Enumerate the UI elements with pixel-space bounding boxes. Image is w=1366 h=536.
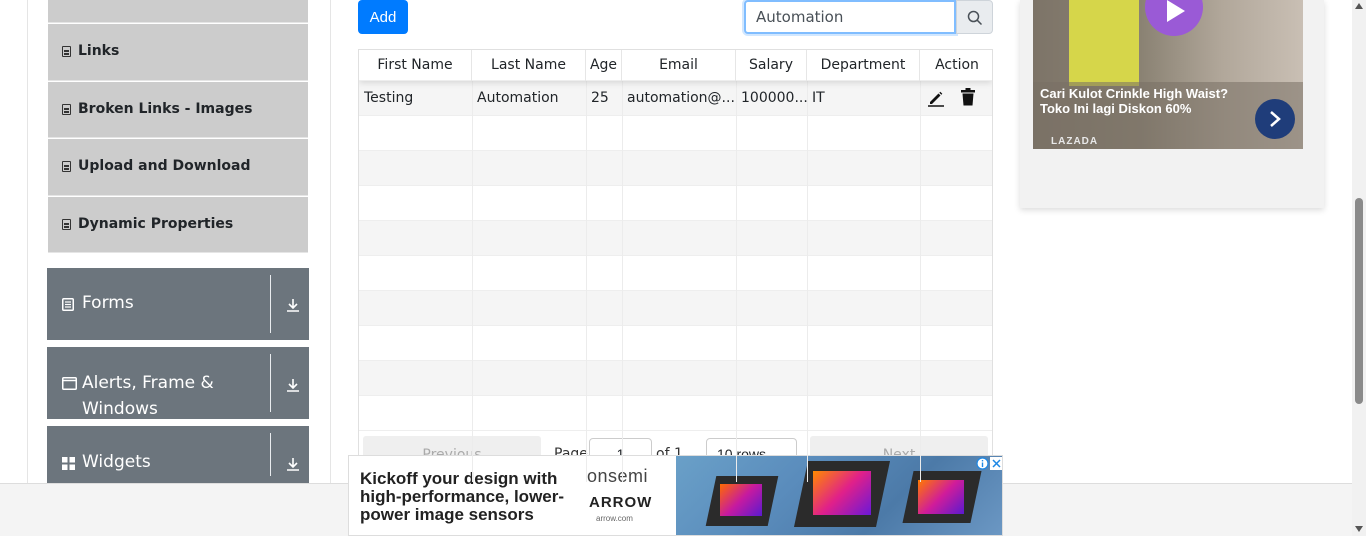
sidebar-group-label: Widgets xyxy=(82,452,151,472)
column-divider xyxy=(807,81,808,482)
search-input[interactable] xyxy=(744,0,956,34)
sidebar-item-label: Dynamic Properties xyxy=(78,216,234,232)
column-header-age[interactable]: Age xyxy=(586,50,622,81)
ad-model-figure xyxy=(1069,0,1139,86)
sidebar-group-widgets[interactable]: Widgets xyxy=(47,426,309,483)
search-button[interactable] xyxy=(956,0,993,34)
table-row xyxy=(359,396,992,431)
cell-first-name: Testing xyxy=(364,90,414,106)
play-icon[interactable] xyxy=(1145,0,1203,36)
sidebar-item-label: Upload and Download xyxy=(78,158,251,174)
scroll-down-arrow-icon[interactable] xyxy=(1355,526,1363,532)
grid-icon xyxy=(62,457,75,470)
cell-salary: 100000... xyxy=(741,90,808,106)
sidebar-group-forms[interactable]: Forms xyxy=(47,268,309,340)
divider xyxy=(270,433,271,476)
banner-ad-partner: ARROW xyxy=(589,494,653,511)
cell-department: IT xyxy=(812,90,825,106)
sidebar-item-links[interactable]: Links xyxy=(48,24,308,81)
page-left-border xyxy=(27,0,28,483)
table-row: Testing Automation 25 automation@... 100… xyxy=(359,81,992,116)
page: Links Broken Links - Images Upload and D… xyxy=(0,0,1366,536)
sidebar-item-upload-download[interactable]: Upload and Download xyxy=(48,139,308,196)
table-row xyxy=(359,256,992,291)
scrollbar-thumb[interactable] xyxy=(1355,198,1363,404)
sidebar-group-label: Alerts, Frame & xyxy=(82,373,214,393)
sidebar-right-border xyxy=(330,0,331,483)
download-icon[interactable] xyxy=(285,297,301,313)
divider xyxy=(270,354,271,412)
scroll-up-arrow-icon[interactable] xyxy=(1355,3,1363,9)
column-header-salary[interactable]: Salary xyxy=(736,50,807,81)
banner-ad-text: Kickoff your design with high-performanc… xyxy=(360,469,565,524)
table-row xyxy=(359,151,992,186)
column-header-department[interactable]: Department xyxy=(807,50,920,81)
document-icon xyxy=(62,46,71,57)
sidebar-item-dynamic-properties[interactable]: Dynamic Properties xyxy=(48,197,308,253)
banner-ad[interactable]: Kickoff your design with high-performanc… xyxy=(348,455,1003,536)
sidebar-item-broken-links[interactable]: Broken Links - Images xyxy=(48,82,308,138)
column-header-last-name[interactable]: Last Name xyxy=(472,50,586,81)
table-row xyxy=(359,361,992,396)
column-divider xyxy=(586,81,587,482)
search-icon xyxy=(967,10,983,26)
ad-brand: LAZADA xyxy=(1051,136,1099,147)
cell-last-name: Automation xyxy=(477,90,559,106)
sidebar-group-label-line2: Windows xyxy=(82,399,158,419)
table-row xyxy=(359,186,992,221)
table-row xyxy=(359,116,992,151)
table-header: First Name Last Name Age Email Salary De… xyxy=(359,50,992,81)
document-icon xyxy=(62,104,71,115)
column-divider xyxy=(472,81,473,482)
sidebar-item-partial[interactable] xyxy=(48,0,308,23)
ad-image[interactable]: Cari Kulot Crinkle High Waist? Toko Ini … xyxy=(1033,0,1303,149)
column-header-action[interactable]: Action xyxy=(920,50,992,81)
sidebar-group-alerts-frame-windows[interactable]: Alerts, Frame & Windows xyxy=(47,347,309,419)
banner-ad-brand: onsemi xyxy=(587,466,649,486)
ad-caption: Cari Kulot Crinkle High Waist? Toko Ini … xyxy=(1040,86,1229,116)
page-scrollbar[interactable] xyxy=(1352,0,1366,536)
ad-info-icon[interactable] xyxy=(976,457,989,470)
sidebar-item-label: Broken Links - Images xyxy=(78,101,253,117)
cell-email: automation@... xyxy=(627,90,735,106)
table-row xyxy=(359,326,992,361)
delete-icon[interactable] xyxy=(960,88,976,106)
table-row xyxy=(359,221,992,256)
column-divider xyxy=(920,81,921,482)
chevron-right-icon[interactable] xyxy=(1255,99,1295,139)
web-table: First Name Last Name Age Email Salary De… xyxy=(358,49,993,483)
sidebar-item-label: Links xyxy=(78,43,120,59)
banner-ad-url: arrow.com xyxy=(596,514,633,523)
column-header-first-name[interactable]: First Name xyxy=(359,50,472,81)
list-icon xyxy=(62,298,74,311)
divider xyxy=(270,275,271,333)
cell-age: 25 xyxy=(591,90,609,106)
add-button[interactable]: Add xyxy=(358,0,408,34)
column-divider xyxy=(736,81,737,482)
sidebar-group-label: Forms xyxy=(82,293,134,313)
edit-icon[interactable] xyxy=(927,89,945,107)
document-icon xyxy=(62,161,71,172)
column-header-email[interactable]: Email xyxy=(622,50,736,81)
window-icon xyxy=(62,377,77,390)
download-icon[interactable] xyxy=(285,377,301,393)
download-icon[interactable] xyxy=(285,456,301,472)
document-icon xyxy=(62,219,71,230)
ad-close-icon[interactable] xyxy=(990,457,1003,470)
banner-ad-image xyxy=(676,456,1002,535)
table-row xyxy=(359,291,992,326)
column-divider xyxy=(622,81,623,482)
